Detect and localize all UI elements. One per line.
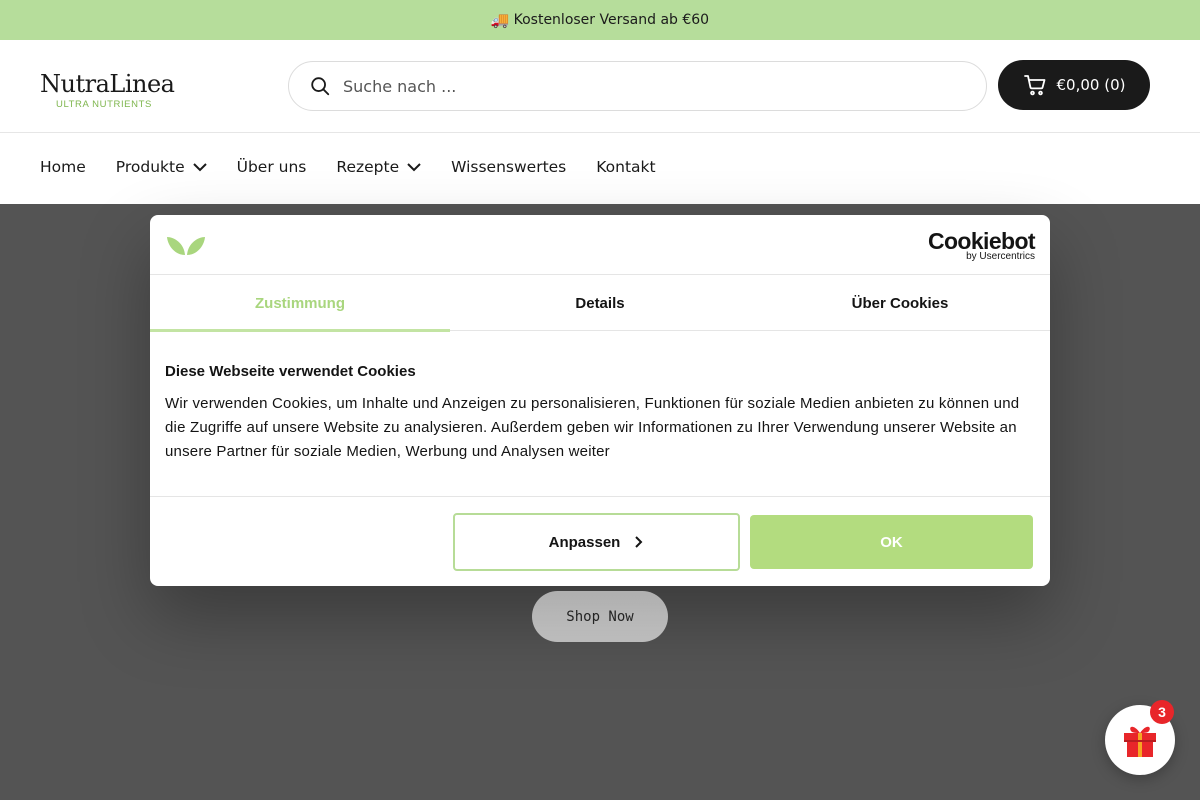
logo-tagline: ULTRA NUTRIENTS bbox=[56, 99, 152, 110]
main-nav: Home Produkte Über uns Rezepte Wissenswe… bbox=[0, 132, 1200, 200]
cookiebot-logo[interactable]: Cookiebot by Usercentrics bbox=[927, 228, 1036, 262]
nav-item-rezepte[interactable]: Rezepte bbox=[336, 158, 421, 176]
nav-item-wissenswertes[interactable]: Wissenswertes bbox=[451, 158, 566, 176]
nav-item-ueber-uns[interactable]: Über uns bbox=[237, 158, 307, 176]
logo[interactable]: NutraLinea ULTRA NUTRIENTS bbox=[40, 70, 175, 114]
gift-icon bbox=[1124, 726, 1156, 757]
nav-item-label: Rezepte bbox=[336, 157, 400, 176]
nav-item-label: Über uns bbox=[236, 157, 307, 176]
search-icon bbox=[311, 77, 330, 96]
shop-now-button[interactable]: Shop Now bbox=[532, 591, 668, 642]
search-bar[interactable] bbox=[288, 61, 987, 111]
search-input[interactable] bbox=[343, 76, 943, 96]
cart-total: €0,00 (0) bbox=[1056, 76, 1126, 94]
announcement-text: Kostenloser Versand ab €60 bbox=[513, 12, 710, 28]
customize-button[interactable]: Anpassen bbox=[453, 513, 740, 571]
consent-description: Wir verwenden Cookies, um Inhalte und An… bbox=[165, 395, 1020, 460]
gift-count-badge: 3 bbox=[1150, 700, 1174, 724]
chevron-right-icon bbox=[635, 536, 643, 548]
consent-body: Diese Webseite verwendet Cookies Wir ver… bbox=[165, 363, 1035, 464]
dialog-footer: Anpassen OK bbox=[150, 496, 1050, 586]
customize-label: Anpassen bbox=[548, 533, 621, 551]
cookie-consent-dialog: Cookiebot by Usercentrics Zustimmung Det… bbox=[150, 215, 1050, 586]
tab-details[interactable]: Details bbox=[450, 275, 750, 331]
tab-zustimmung[interactable]: Zustimmung bbox=[150, 275, 450, 332]
ok-button[interactable]: OK bbox=[750, 515, 1033, 569]
truck-icon: 🚚 bbox=[490, 11, 510, 29]
tab-ueber-cookies[interactable]: Über Cookies bbox=[750, 275, 1050, 331]
chevron-down-icon bbox=[192, 162, 207, 171]
nav-item-kontakt[interactable]: Kontakt bbox=[596, 158, 655, 176]
nav-item-home[interactable]: Home bbox=[40, 158, 86, 176]
site-header: NutraLinea ULTRA NUTRIENTS €0,00 (0) bbox=[0, 40, 1200, 132]
dialog-header: Cookiebot by Usercentrics bbox=[150, 215, 1050, 275]
nav-item-label: Wissenswertes bbox=[451, 157, 567, 176]
announcement-bar: 🚚 Kostenloser Versand ab €60 bbox=[0, 0, 1200, 40]
leaf-logo-icon bbox=[167, 237, 205, 255]
logo-wordmark: NutraLinea bbox=[40, 70, 175, 98]
consent-tabs: Zustimmung Details Über Cookies bbox=[150, 275, 1050, 332]
chevron-down-icon bbox=[407, 162, 421, 171]
consent-heading: Diese Webseite verwendet Cookies bbox=[165, 363, 416, 380]
cookiebot-brand: Cookiebot bbox=[927, 228, 1036, 254]
cart-icon bbox=[1023, 75, 1045, 96]
nav-item-produkte[interactable]: Produkte bbox=[116, 158, 207, 176]
nav-item-label: Produkte bbox=[115, 157, 185, 176]
nav-item-label: Home bbox=[40, 157, 86, 176]
cart-button[interactable]: €0,00 (0) bbox=[998, 60, 1150, 110]
nav-item-label: Kontakt bbox=[596, 157, 656, 176]
